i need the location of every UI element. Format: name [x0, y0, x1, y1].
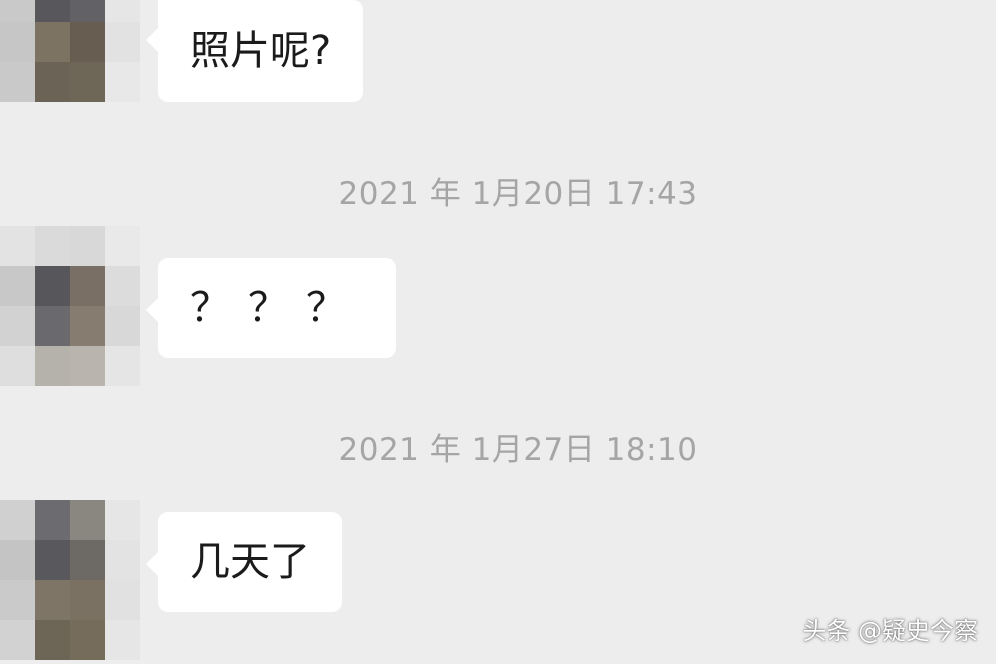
avatar-pixel	[105, 306, 140, 346]
avatar-pixel	[0, 500, 35, 540]
avatar-pixel	[35, 580, 70, 620]
message-timestamp: 2021 年 1月27日 18:10	[338, 432, 698, 468]
avatar-pixel	[35, 306, 70, 346]
avatar-pixel	[105, 620, 140, 660]
avatar-pixel	[105, 226, 140, 266]
avatar-pixel	[70, 580, 105, 620]
avatar-pixel	[35, 500, 70, 540]
avatar-pixel	[35, 0, 70, 22]
avatar-pixel	[0, 580, 35, 620]
avatar-pixel	[70, 226, 105, 266]
avatar-pixel	[105, 500, 140, 540]
avatar[interactable]	[0, 0, 140, 102]
avatar[interactable]	[0, 226, 140, 386]
message-bubble[interactable]: 几天了	[146, 512, 342, 612]
avatar-pixel	[0, 0, 35, 22]
avatar-pixel	[105, 0, 140, 22]
avatar-pixel	[70, 620, 105, 660]
message-text: ？？？	[190, 285, 364, 331]
avatar-pixel	[35, 62, 70, 102]
avatar-pixel	[105, 62, 140, 102]
avatar-pixel	[0, 22, 35, 62]
avatar[interactable]	[0, 500, 140, 660]
avatar-pixel	[70, 62, 105, 102]
avatar-pixel	[0, 306, 35, 346]
message-bubble[interactable]: 照片呢?	[145, 0, 364, 102]
avatar-pixel	[70, 266, 105, 306]
avatar-pixel	[35, 22, 70, 62]
avatar-pixel	[105, 540, 140, 580]
avatar-pixel	[105, 266, 140, 306]
watermark: 头条 @疑史今察	[802, 617, 978, 645]
avatar-pixel	[35, 620, 70, 660]
avatar-pixel	[70, 500, 105, 540]
avatar-pixel	[35, 226, 70, 266]
avatar-pixel	[70, 22, 105, 62]
message-timestamp: 2021 年 1月20日 17:43	[338, 176, 698, 212]
avatar-pixel	[35, 540, 70, 580]
avatar-pixel	[0, 540, 35, 580]
avatar-pixel	[70, 306, 105, 346]
avatar-pixel	[70, 0, 105, 22]
chat-window: 照片呢? 2021 年 1月20日 17:43 ？？？ 2021 年 1月27日…	[0, 0, 996, 664]
message-text: 几天了	[190, 539, 310, 585]
message-text: 照片呢?	[190, 28, 332, 74]
avatar-pixel	[70, 346, 105, 386]
avatar-pixel	[0, 226, 35, 266]
avatar-pixel	[105, 346, 140, 386]
avatar-pixel	[0, 266, 35, 306]
avatar-pixel	[70, 540, 105, 580]
message-bubble[interactable]: ？？？	[146, 258, 396, 358]
avatar-pixel	[0, 62, 35, 102]
avatar-pixel	[0, 346, 35, 386]
avatar-pixel	[105, 580, 140, 620]
avatar-pixel	[35, 346, 70, 386]
avatar-pixel	[0, 620, 35, 660]
avatar-pixel	[105, 22, 140, 62]
avatar-pixel	[35, 266, 70, 306]
